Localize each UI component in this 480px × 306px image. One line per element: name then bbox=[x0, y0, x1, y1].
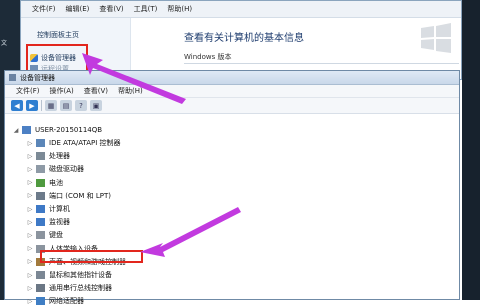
menu-view[interactable]: 查看(V) bbox=[79, 86, 113, 96]
control-panel-window: 文件(F) 编辑(E) 查看(V) 工具(T) 帮助(H) 控制面板主页 设备管… bbox=[20, 0, 462, 80]
monitor-icon bbox=[36, 218, 45, 227]
expand-icon[interactable]: ▷ bbox=[27, 298, 33, 305]
expand-icon[interactable]: ▷ bbox=[27, 272, 33, 279]
tree-item-label: 磁盘驱动器 bbox=[49, 165, 84, 174]
tree-item[interactable]: ▷ 电池 bbox=[27, 178, 63, 188]
menu-view[interactable]: 查看(V) bbox=[94, 4, 128, 14]
tree-item-label: 端口 (COM 和 LPT) bbox=[49, 191, 111, 200]
tree-item[interactable]: ▷ 通用串行总线控制器 bbox=[27, 283, 112, 293]
control-panel-menubar: 文件(F) 编辑(E) 查看(V) 工具(T) 帮助(H) bbox=[21, 1, 461, 18]
tree-item[interactable]: ▷ IDE ATA/ATAPI 控制器 bbox=[27, 138, 121, 148]
collapse-icon[interactable]: ◢ bbox=[13, 127, 19, 134]
expand-icon[interactable]: ▷ bbox=[27, 166, 33, 173]
menu-file[interactable]: 文件(F) bbox=[27, 4, 61, 14]
port-icon bbox=[36, 191, 45, 200]
expand-icon[interactable]: ▷ bbox=[27, 179, 33, 186]
menu-file[interactable]: 文件(F) bbox=[11, 86, 45, 96]
expand-icon[interactable]: ▷ bbox=[27, 206, 33, 213]
expand-icon[interactable]: ▷ bbox=[27, 232, 33, 239]
section-divider bbox=[184, 63, 459, 64]
tree-item-label: IDE ATA/ATAPI 控制器 bbox=[49, 139, 121, 147]
window-title: 设备管理器 bbox=[20, 73, 55, 82]
device-manager-menubar: 文件(F) 操作(A) 查看(V) 帮助(H) bbox=[5, 85, 459, 98]
computer-icon bbox=[22, 126, 31, 134]
device-manager-titlebar[interactable]: 设备管理器 bbox=[5, 71, 459, 85]
expand-icon[interactable]: ▷ bbox=[27, 219, 33, 226]
menu-tools[interactable]: 工具(T) bbox=[129, 4, 163, 14]
tree-item[interactable]: ▷ 监视器 bbox=[27, 217, 70, 227]
expand-icon[interactable]: ▷ bbox=[27, 258, 33, 265]
desktop-right-edge bbox=[462, 0, 480, 300]
expand-icon[interactable]: ▷ bbox=[27, 153, 33, 160]
tree-item-label: 监视器 bbox=[49, 218, 70, 227]
tree-item-label: 鼠标和其他指针设备 bbox=[49, 271, 112, 279]
tree-item-label: 通用串行总线控制器 bbox=[49, 284, 112, 293]
tree-item[interactable]: ▷ 鼠标和其他指针设备 bbox=[27, 270, 112, 280]
device-manager-window: 设备管理器 文件(F) 操作(A) 查看(V) 帮助(H) ◀ ▶ ▦ ▤ ? … bbox=[4, 70, 460, 306]
tree-item-label: 处理器 bbox=[49, 152, 70, 161]
menu-help[interactable]: 帮助(H) bbox=[162, 4, 197, 14]
show-hide-console-tree-icon[interactable]: ▦ bbox=[45, 100, 57, 111]
ide-controller-icon bbox=[36, 139, 45, 147]
page-title: 查看有关计算机的基本信息 bbox=[184, 33, 304, 44]
menu-action[interactable]: 操作(A) bbox=[45, 86, 79, 96]
menu-help[interactable]: 帮助(H) bbox=[113, 86, 148, 96]
battery-icon bbox=[36, 178, 45, 187]
tree-item[interactable]: ▷ 磁盘驱动器 bbox=[27, 164, 84, 174]
tree-item[interactable]: ▷ 键盘 bbox=[27, 230, 63, 240]
usb-icon bbox=[36, 284, 45, 293]
device-manager-link-label: 设备管理器 bbox=[41, 53, 76, 62]
device-manager-toolbar: ◀ ▶ ▦ ▤ ? ▣ bbox=[5, 98, 459, 114]
back-button[interactable]: ◀ bbox=[11, 100, 23, 111]
processor-icon bbox=[36, 152, 45, 161]
control-panel-home-link[interactable]: 控制面板主页 bbox=[37, 30, 79, 40]
device-manager-window-icon bbox=[9, 74, 16, 81]
properties-icon[interactable]: ▤ bbox=[60, 100, 72, 111]
keyboard-icon bbox=[36, 231, 45, 240]
help-icon[interactable]: ? bbox=[75, 100, 87, 111]
toolbar-separator bbox=[41, 100, 42, 111]
expand-icon[interactable]: ▷ bbox=[27, 245, 33, 252]
tree-item[interactable]: ▷ 端口 (COM 和 LPT) bbox=[27, 191, 111, 201]
scan-hardware-icon[interactable]: ▣ bbox=[90, 100, 102, 111]
tree-item[interactable]: ▷ 网络适配器 bbox=[27, 296, 84, 306]
expand-icon[interactable]: ▷ bbox=[27, 285, 33, 292]
tree-root[interactable]: ◢ USER-20150114QB bbox=[13, 125, 102, 135]
tree-root-label: USER-20150114QB bbox=[35, 126, 103, 134]
windows-logo-icon bbox=[421, 23, 451, 53]
windows-edition-heading: Windows 版本 bbox=[184, 53, 232, 61]
tree-item[interactable]: ▷ 处理器 bbox=[27, 151, 70, 161]
desktop-icon-label-fragment: 文 bbox=[1, 40, 8, 47]
device-manager-link[interactable]: 设备管理器 bbox=[30, 52, 86, 63]
menu-edit[interactable]: 编辑(E) bbox=[61, 4, 95, 14]
network-adapter-icon bbox=[36, 297, 45, 306]
tree-item-label: 键盘 bbox=[49, 231, 63, 240]
expand-icon[interactable]: ▷ bbox=[27, 192, 33, 199]
computer-icon bbox=[36, 205, 45, 213]
tree-item-label: 计算机 bbox=[49, 205, 70, 213]
expand-icon[interactable]: ▷ bbox=[27, 140, 33, 147]
mouse-icon bbox=[36, 271, 45, 279]
tree-item[interactable]: ▷ 计算机 bbox=[27, 204, 70, 214]
tree-item-label: 网络适配器 bbox=[49, 297, 84, 306]
shield-icon bbox=[30, 53, 38, 62]
tree-item-label: 电池 bbox=[49, 178, 63, 187]
device-tree: ◢ USER-20150114QB ▷ IDE ATA/ATAPI 控制器 ▷ 处理器… bbox=[5, 116, 459, 306]
sound-video-highlight bbox=[40, 250, 143, 263]
disk-drive-icon bbox=[36, 165, 45, 174]
forward-button[interactable]: ▶ bbox=[26, 100, 38, 111]
